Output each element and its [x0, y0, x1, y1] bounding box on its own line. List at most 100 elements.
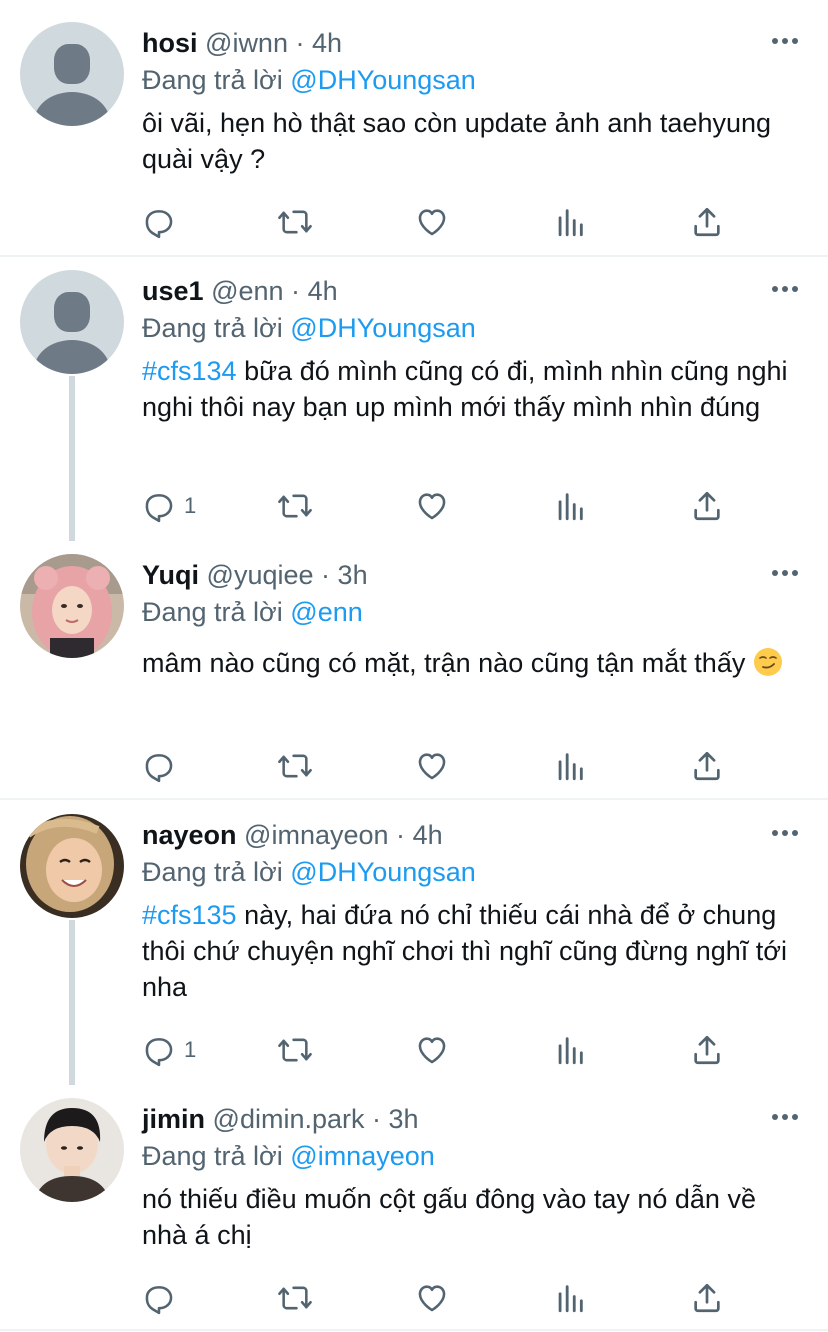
separator: ·: [295, 28, 305, 58]
views-button[interactable]: [555, 1278, 585, 1318]
reply-icon: [145, 494, 173, 523]
display-name[interactable]: jimin: [142, 1104, 205, 1134]
tweet-nayeon[interactable]: nayeon @imnayeon · 4h Đang trả lời @DHYo…: [0, 792, 828, 1085]
retweet-icon: [278, 1038, 312, 1062]
display-name[interactable]: nayeon: [142, 820, 237, 850]
reply-button[interactable]: [142, 1278, 184, 1318]
timestamp[interactable]: 4h: [308, 276, 338, 306]
like-icon: [418, 493, 446, 520]
user-handle[interactable]: @imnayeon: [244, 820, 388, 850]
user-handle[interactable]: @enn: [211, 276, 283, 306]
smirking-face-icon: [753, 648, 782, 676]
avatar[interactable]: [20, 814, 124, 918]
hashtag-link[interactable]: #cfs135: [142, 900, 237, 930]
reply-icon: [145, 210, 173, 239]
share-button[interactable]: [690, 1278, 724, 1318]
more-icon[interactable]: [772, 286, 798, 294]
timestamp[interactable]: 4h: [413, 820, 443, 850]
user-handle[interactable]: @yuqiee: [207, 560, 314, 590]
timestamp[interactable]: 4h: [312, 28, 342, 58]
reply-button[interactable]: 1: [142, 486, 196, 526]
views-button[interactable]: [555, 746, 585, 786]
views-button[interactable]: [555, 202, 585, 242]
tweet-header: Yuqi @yuqiee · 3h: [142, 558, 368, 592]
share-button[interactable]: [690, 746, 724, 786]
action-bar: [0, 746, 828, 786]
reply-button[interactable]: [142, 746, 184, 786]
like-icon: [418, 1285, 446, 1312]
views-button[interactable]: [555, 486, 585, 526]
display-name[interactable]: hosi: [142, 28, 198, 58]
replying-to-label: Đang trả lời: [142, 1141, 283, 1171]
tweet-use1[interactable]: use1 @enn · 4h Đang trả lời @DHYoungsan …: [0, 248, 828, 541]
like-button[interactable]: [414, 1030, 450, 1070]
more-icon[interactable]: [772, 1114, 798, 1122]
timestamp[interactable]: 3h: [338, 560, 368, 590]
share-icon: [694, 491, 720, 521]
action-bar: 1: [0, 1030, 828, 1070]
tweet-jimin[interactable]: jimin @dimin.park · 3h Đang trả lời @imn…: [0, 1076, 828, 1330]
replying-to-mention[interactable]: @DHYoungsan: [290, 313, 476, 343]
retweet-icon: [278, 494, 312, 518]
separator: ·: [396, 820, 406, 850]
replying-to-label: Đang trả lời: [142, 65, 283, 95]
photo-smiling-girl-icon: [20, 814, 124, 918]
views-button[interactable]: [555, 1030, 585, 1070]
tweet-text: mâm nào cũng có mặt, trận nào cũng tận m…: [142, 642, 802, 684]
share-button[interactable]: [690, 486, 724, 526]
replying-to-label: Đang trả lời: [142, 313, 283, 343]
tweet-body: ôi vãi, hẹn hò thật sao còn update ảnh a…: [142, 108, 772, 174]
share-button[interactable]: [690, 1030, 724, 1070]
avatar[interactable]: [20, 554, 124, 658]
tweet-header: hosi @iwnn · 4h: [142, 26, 342, 60]
tweet-body: bữa đó mình cũng có đi, mình nhìn cũng n…: [142, 356, 788, 422]
like-button[interactable]: [414, 486, 450, 526]
like-button[interactable]: [414, 1278, 450, 1318]
more-icon[interactable]: [772, 570, 798, 578]
separator: ·: [321, 560, 331, 590]
replying-to-mention[interactable]: @DHYoungsan: [290, 857, 476, 887]
reply-icon: [145, 1038, 173, 1067]
avatar[interactable]: [20, 1098, 124, 1202]
display-name[interactable]: use1: [142, 276, 204, 306]
reply-feed: hosi @iwnn · 4h Đang trả lời @DHYoungsan…: [0, 0, 828, 1332]
display-name[interactable]: Yuqi: [142, 560, 199, 590]
default-avatar-icon: [54, 44, 90, 84]
retweet-button[interactable]: [276, 1030, 314, 1070]
share-button[interactable]: [690, 202, 724, 242]
replying-to: Đang trả lời @DHYoungsan: [142, 855, 476, 889]
replying-to-mention[interactable]: @enn: [290, 597, 362, 627]
photo-pink-hair-icon: [20, 554, 124, 658]
views-icon: [558, 209, 583, 237]
retweet-button[interactable]: [276, 1278, 314, 1318]
like-icon: [418, 1037, 446, 1064]
tweet-text: nó thiếu điều muốn cột gấu đông vào tay …: [142, 1181, 802, 1253]
photo-dark-hair-icon: [20, 1098, 124, 1202]
more-icon[interactable]: [772, 830, 798, 838]
tweet-body: này, hai đứa nó chỉ thiếu cái nhà để ở c…: [142, 900, 787, 1002]
retweet-button[interactable]: [276, 202, 314, 242]
retweet-icon: [278, 1286, 312, 1310]
tweet-hosi[interactable]: hosi @iwnn · 4h Đang trả lời @DHYoungsan…: [0, 0, 828, 255]
views-icon: [558, 1037, 583, 1065]
retweet-button[interactable]: [276, 746, 314, 786]
tweet-header: jimin @dimin.park · 3h: [142, 1102, 419, 1136]
like-button[interactable]: [414, 202, 450, 242]
like-button[interactable]: [414, 746, 450, 786]
share-icon: [694, 751, 720, 781]
hashtag-link[interactable]: #cfs134: [142, 356, 237, 386]
replying-to-mention[interactable]: @imnayeon: [290, 1141, 434, 1171]
more-icon[interactable]: [772, 38, 798, 46]
avatar[interactable]: [20, 270, 124, 374]
user-handle[interactable]: @dimin.park: [213, 1104, 365, 1134]
share-icon: [694, 1283, 720, 1313]
tweet-yuqi[interactable]: Yuqi @yuqiee · 3h Đang trả lời @enn mâm …: [0, 532, 828, 797]
user-handle[interactable]: @iwnn: [205, 28, 288, 58]
reply-button[interactable]: 1: [142, 1030, 196, 1070]
timestamp[interactable]: 3h: [389, 1104, 419, 1134]
replying-to-mention[interactable]: @DHYoungsan: [290, 65, 476, 95]
avatar[interactable]: [20, 22, 124, 126]
separator: ·: [372, 1104, 382, 1134]
retweet-button[interactable]: [276, 486, 314, 526]
reply-button[interactable]: [142, 202, 184, 242]
